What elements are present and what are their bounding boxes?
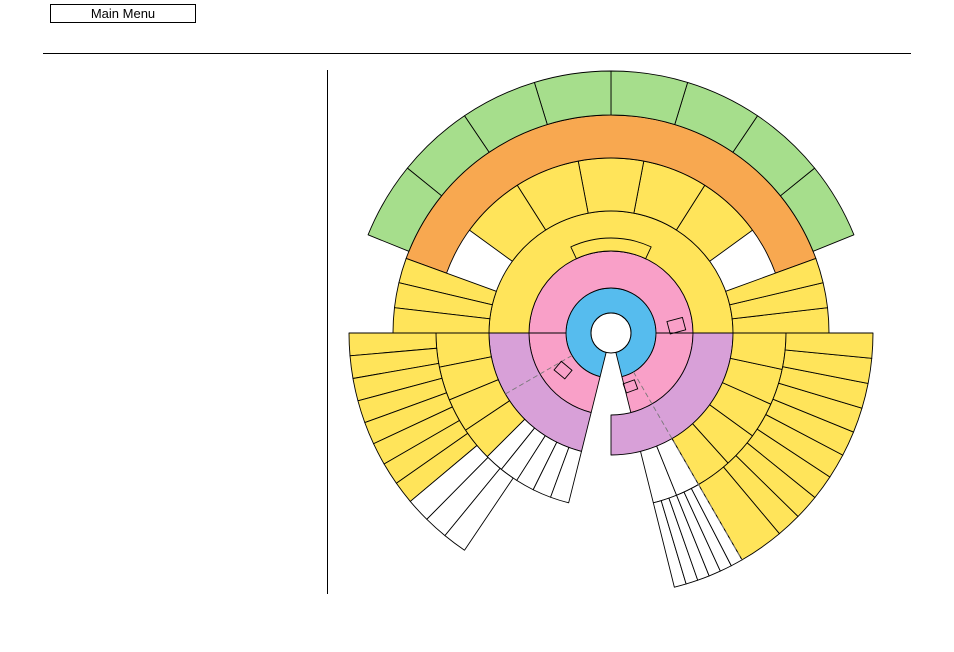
main-menu-button[interactable]: Main Menu [50,4,196,23]
sunburst-diagram [348,70,874,588]
yellow-outer-ring-segment [577,157,645,214]
center-hole [590,312,632,354]
panel-divider [327,70,328,594]
header-divider [43,53,911,54]
side-panel [43,70,327,594]
